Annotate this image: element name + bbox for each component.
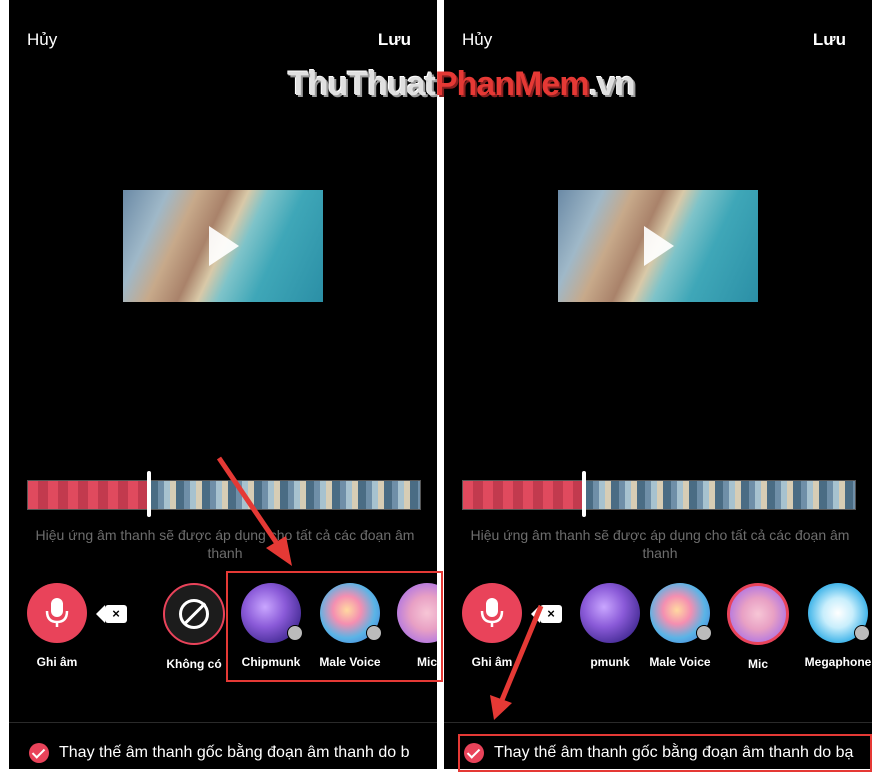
microphone-icon (45, 598, 69, 627)
play-icon[interactable] (644, 226, 674, 266)
video-preview[interactable] (123, 190, 323, 302)
watermark-part: PhanMem (434, 65, 590, 103)
cancel-button[interactable]: Hủy (27, 30, 57, 50)
save-button[interactable]: Lưu (813, 30, 846, 50)
none-icon (179, 599, 209, 629)
effect-chipmunk[interactable]: pmunk (572, 583, 648, 669)
watermark-part: ThuThuat (288, 65, 436, 103)
mic-effect-icon[interactable] (727, 583, 789, 645)
cancel-button[interactable]: Hủy (462, 30, 492, 50)
effect-label: Mic (747, 657, 768, 671)
effect-label: Ghi âm (36, 655, 78, 669)
backspace-icon: × (531, 605, 562, 623)
effect-label: Megaphone (804, 655, 872, 669)
effect-megaphone[interactable]: Megaphone (800, 583, 872, 669)
record-button[interactable] (27, 583, 87, 643)
audio-timeline[interactable] (27, 480, 421, 510)
highlight-box-effects (226, 571, 443, 682)
male-voice-icon[interactable] (650, 583, 712, 643)
none-effect-button[interactable] (163, 583, 225, 645)
watermark-logo: ThuThuatPhanMem.vn (288, 65, 636, 104)
save-button[interactable]: Lưu (378, 30, 411, 50)
replace-audio-label: Thay thế âm thanh gốc bằng đoạn âm thanh… (59, 744, 410, 761)
highlight-box-replace-option (458, 734, 872, 772)
checkbox-checked-icon[interactable] (29, 743, 49, 763)
play-icon[interactable] (209, 226, 239, 266)
microphone-icon (480, 598, 504, 627)
editor-panel-right: Hủy Lưu Hiệu ứng âm thanh sẽ được áp dụn… (444, 0, 872, 769)
effect-male-voice[interactable]: Male Voice (642, 583, 718, 669)
effect-mic-selected[interactable]: Mic (720, 583, 796, 671)
record-effect[interactable]: Ghi âm (19, 583, 95, 669)
download-badge-icon (696, 625, 712, 641)
effect-hint-text: Hiệu ứng âm thanh sẽ được áp dụng cho tấ… (35, 527, 415, 561)
video-preview[interactable] (558, 190, 758, 302)
effect-label: Không có (166, 657, 222, 671)
effect-none[interactable]: Không có (156, 583, 232, 671)
replace-audio-option[interactable]: Thay thế âm thanh gốc bằng đoạn âm thanh… (29, 743, 437, 763)
delete-recording-button[interactable]: × (96, 605, 127, 623)
divider (444, 722, 872, 723)
timeline-played-segment (463, 481, 585, 509)
audio-timeline[interactable] (462, 480, 856, 510)
watermark-part: .vn (588, 65, 635, 103)
divider (9, 722, 437, 723)
timeline-played-segment (28, 481, 150, 509)
backspace-icon: × (96, 605, 127, 623)
record-button[interactable] (462, 583, 522, 643)
timeline-playhead[interactable] (582, 471, 587, 517)
delete-recording-button[interactable]: × (531, 605, 562, 623)
effect-label: Male Voice (649, 655, 711, 669)
chipmunk-icon[interactable] (580, 583, 640, 643)
megaphone-icon[interactable] (808, 583, 870, 643)
effect-hint-text: Hiệu ứng âm thanh sẽ được áp dụng cho tấ… (470, 527, 850, 561)
effect-label: Ghi âm (471, 655, 513, 669)
effect-label: pmunk (590, 655, 630, 669)
download-badge-icon (854, 625, 870, 641)
timeline-playhead[interactable] (147, 471, 152, 517)
voice-effects-row[interactable]: Ghi âm × pmunk Male Voice Mic Megaphone (444, 583, 872, 683)
record-effect[interactable]: Ghi âm (454, 583, 530, 669)
